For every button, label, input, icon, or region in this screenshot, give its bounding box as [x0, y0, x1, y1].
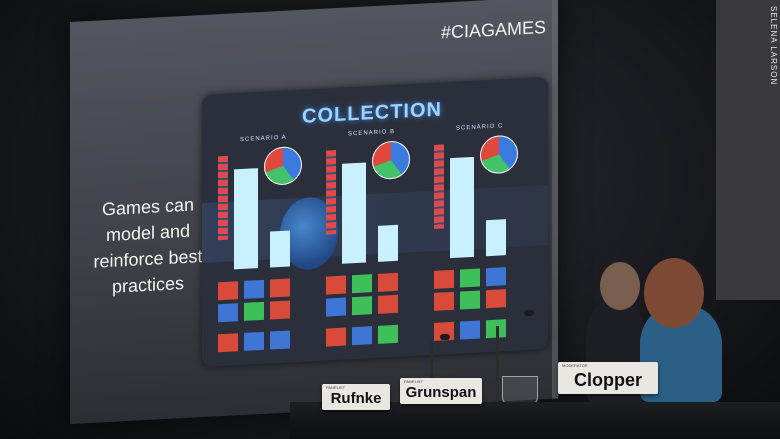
nameplate: PANELIST Grunspan	[400, 378, 482, 404]
scenario-label: SCENARIO A	[240, 134, 287, 144]
progress-meter	[218, 155, 228, 241]
nameplate: MODERATOR Clopper	[558, 362, 658, 394]
scenario-c: SCENARIO C	[434, 122, 534, 347]
grid-cell	[326, 297, 346, 317]
nameplate: PANELIST Rufnke	[322, 384, 390, 410]
grid-cell	[270, 330, 290, 350]
tall-bar	[234, 168, 258, 270]
scenario-label: SCENARIO B	[348, 128, 396, 138]
photo-credit: SELENA LARSON	[769, 6, 778, 86]
nameplate-name: Rufnke	[330, 390, 382, 407]
grid-cell	[326, 275, 346, 295]
grid-cell	[352, 326, 372, 346]
microphone-icon	[440, 334, 450, 340]
grid-cell	[378, 294, 398, 314]
grid-cell	[270, 300, 290, 320]
panelist-man-head	[600, 262, 640, 310]
progress-meter	[326, 150, 336, 235]
nameplate-role: PANELIST	[404, 379, 424, 384]
grid-cell	[486, 289, 506, 309]
progress-meter	[434, 144, 444, 229]
panelist-woman-head	[644, 258, 704, 328]
grid-cell	[244, 301, 264, 321]
grid-cell	[434, 269, 454, 289]
short-bar	[270, 230, 290, 268]
pie-chart	[480, 134, 518, 175]
grid-cell	[352, 296, 372, 316]
grid-cell	[326, 327, 346, 347]
grid-cell	[270, 278, 290, 298]
scenario-a: SCENARIO A	[218, 133, 318, 358]
grid-cell	[218, 281, 238, 301]
slide-text-block: Games can model and reinforce best pract…	[88, 191, 208, 301]
water-glass	[502, 376, 538, 404]
grid-cell	[378, 272, 398, 292]
short-bar	[378, 224, 398, 262]
tall-bar	[450, 156, 474, 259]
slide-hashtag: #CIAGAMES	[440, 17, 546, 43]
grid-cell	[460, 290, 480, 310]
scenario-b: SCENARIO B	[326, 127, 426, 352]
grid-cell	[244, 279, 264, 299]
nameplate-name: Grunspan	[405, 384, 477, 401]
projection-screen: #CIAGAMES Games can model and reinforce …	[70, 0, 558, 424]
microphone-icon	[524, 310, 534, 316]
grid-cell	[460, 320, 480, 340]
game-screenshot-panel: COLLECTION SCENARIO A SCENARIO B SCENARI…	[202, 76, 548, 368]
grid-cell	[244, 331, 264, 351]
game-title: COLLECTION	[302, 98, 442, 128]
grid-cell	[218, 333, 238, 353]
nameplate-role: MODERATOR	[562, 363, 588, 368]
pie-chart	[372, 140, 410, 181]
grid-cell	[434, 291, 454, 311]
tall-bar	[342, 162, 366, 264]
microphone-stand	[496, 326, 499, 404]
screen-edge	[552, 0, 558, 399]
grid-cell	[460, 268, 480, 288]
pie-chart	[264, 145, 302, 186]
grid-cell	[218, 303, 238, 323]
nameplate-name: Clopper	[573, 370, 642, 390]
grid-cell	[352, 274, 372, 294]
grid-cell	[486, 267, 506, 287]
short-bar	[486, 219, 506, 257]
nameplate-role: PANELIST	[326, 385, 346, 390]
grid-cell	[378, 324, 398, 344]
scenario-label: SCENARIO C	[456, 123, 504, 132]
